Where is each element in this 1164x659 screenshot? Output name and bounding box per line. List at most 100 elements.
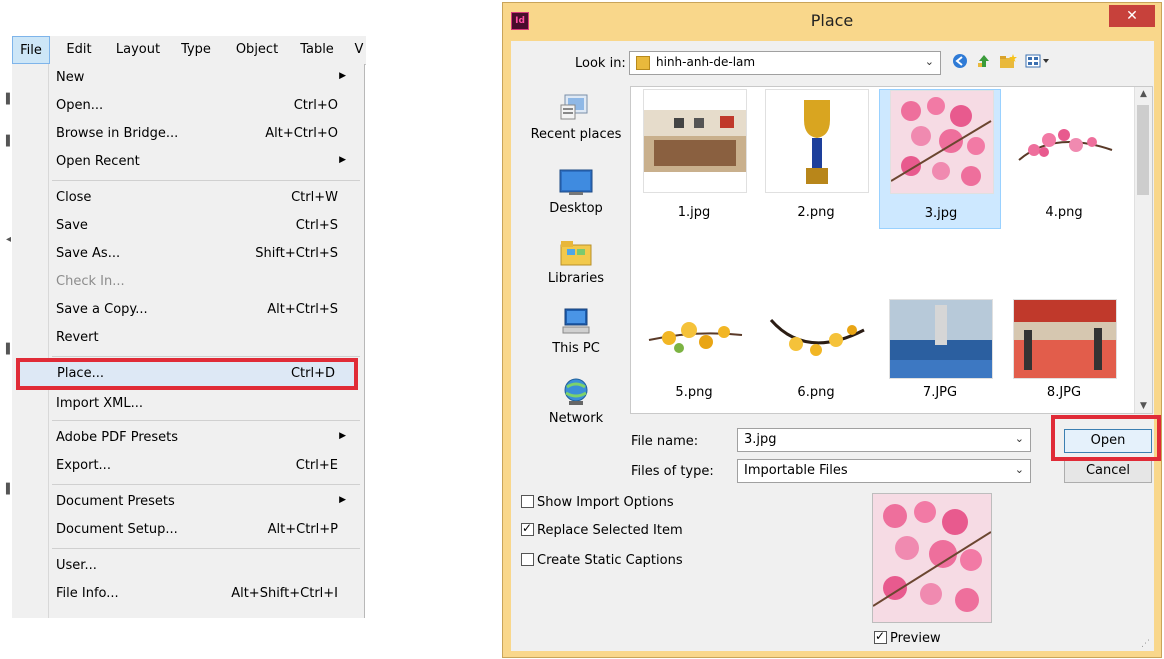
replace-selected-item-checkbox[interactable]: Replace Selected Item bbox=[521, 521, 683, 538]
file-list-scrollbar[interactable]: ▲ ▼ bbox=[1134, 87, 1152, 413]
dialog-title: Place bbox=[810, 11, 854, 30]
places-bar: Recent places Desktop Libraries This PC bbox=[523, 87, 629, 445]
highlight-box-place bbox=[16, 358, 358, 390]
cancel-button[interactable]: Cancel bbox=[1064, 459, 1152, 483]
submenu-arrow-icon: ▶ bbox=[339, 71, 346, 81]
thumbnail-trophy bbox=[765, 89, 869, 193]
look-in-value: hinh-anh-de-lam bbox=[656, 55, 756, 69]
menu-type[interactable]: Type bbox=[178, 36, 214, 64]
submenu-arrow-icon: ▶ bbox=[339, 155, 346, 165]
dialog-titlebar[interactable]: Id Place ✕ bbox=[503, 3, 1161, 39]
menu-separator bbox=[52, 420, 360, 421]
menu-item-save-as[interactable]: Save As... Shift+Ctrl+S bbox=[50, 242, 360, 268]
menu-separator bbox=[52, 180, 360, 181]
menu-item-export[interactable]: Export... Ctrl+E bbox=[50, 454, 360, 480]
preview-checkbox[interactable]: Preview bbox=[874, 629, 941, 646]
menu-item-document-setup[interactable]: Document Setup... Alt+Ctrl+P bbox=[50, 518, 360, 544]
thumbnail-cherry-blossom bbox=[890, 90, 994, 194]
menu-item-import-xml[interactable]: Import XML... bbox=[50, 392, 360, 418]
chevron-down-icon: ⌄ bbox=[924, 55, 934, 68]
menu-item-new[interactable]: New ▶ bbox=[50, 66, 360, 92]
chevron-down-icon[interactable]: ⌄ bbox=[1015, 432, 1024, 445]
menu-file[interactable]: File bbox=[12, 36, 50, 64]
look-in-label: Look in: bbox=[575, 56, 626, 71]
menu-bar: File Edit Layout Type Object Table V bbox=[12, 36, 366, 65]
file-name-label: File name: bbox=[631, 434, 699, 449]
menu-item-revert[interactable]: Revert bbox=[50, 326, 360, 352]
file-item-1-jpg[interactable]: 1.jpg bbox=[633, 89, 755, 229]
submenu-arrow-icon: ▶ bbox=[339, 431, 346, 441]
menu-item-save-a-copy[interactable]: Save a Copy... Alt+Ctrl+S bbox=[50, 298, 360, 324]
dialog-client-area: Look in: hinh-anh-de-lam ⌄ Recent places bbox=[511, 41, 1161, 651]
show-import-options-checkbox[interactable]: Show Import Options bbox=[521, 495, 674, 510]
close-button[interactable]: ✕ bbox=[1109, 5, 1155, 27]
thumbnail-group-photo-outdoor bbox=[889, 299, 993, 379]
menu-layout[interactable]: Layout bbox=[112, 36, 164, 64]
resize-grip-icon[interactable]: ⋰ bbox=[1141, 639, 1150, 649]
thumbnail-pink-branch bbox=[1013, 89, 1117, 193]
thumbnail-apricot-branch bbox=[765, 299, 869, 379]
menu-item-check-in: Check In... bbox=[56, 274, 125, 289]
thumbnail-office bbox=[643, 89, 747, 193]
menu-item-save[interactable]: Save Ctrl+S bbox=[50, 214, 360, 240]
libraries-icon bbox=[559, 237, 593, 267]
place-libraries[interactable]: Libraries bbox=[523, 237, 629, 286]
file-item-7-jpg[interactable]: 7.JPG bbox=[879, 299, 1001, 439]
menu-edit[interactable]: Edit bbox=[64, 36, 94, 64]
place-this-pc[interactable]: This PC bbox=[523, 307, 629, 356]
menu-icon-gutter: ▌ ▌ ◂ ▌ ▌ bbox=[6, 64, 49, 618]
scroll-up-icon[interactable]: ▲ bbox=[1135, 89, 1152, 99]
toolbar-fragment-icon: ▌ bbox=[6, 484, 14, 495]
folder-icon bbox=[636, 56, 650, 70]
toolbar-fragment-icon: ▌ bbox=[6, 136, 14, 147]
file-item-5-png[interactable]: 5.png bbox=[633, 299, 755, 439]
menu-item-document-presets[interactable]: Document Presets ▶ bbox=[50, 490, 360, 516]
place-desktop[interactable]: Desktop bbox=[523, 167, 629, 216]
files-of-type-dropdown[interactable]: Importable Files ⌄ bbox=[737, 459, 1031, 483]
create-static-captions-checkbox[interactable]: Create Static Captions bbox=[521, 553, 683, 568]
files-of-type-label: Files of type: bbox=[631, 464, 714, 479]
file-list: 1.jpg 2.png 3.jpg 4.png 5.png 6.png 7.JP… bbox=[630, 86, 1153, 414]
this-pc-icon bbox=[559, 307, 593, 337]
scrollbar-thumb[interactable] bbox=[1137, 105, 1149, 195]
menu-item-user[interactable]: User... bbox=[50, 554, 360, 580]
file-name-input[interactable]: 3.jpg ⌄ bbox=[737, 428, 1031, 452]
view-menu-icon[interactable] bbox=[1025, 53, 1051, 71]
menu-item-open[interactable]: Open... Ctrl+O bbox=[50, 94, 360, 120]
toolbar-fragment-icon: ▌ bbox=[6, 94, 14, 105]
file-item-3-jpg[interactable]: 3.jpg bbox=[879, 89, 1001, 229]
menu-item-file-info[interactable]: File Info... Alt+Shift+Ctrl+I bbox=[50, 582, 360, 608]
desktop-icon bbox=[559, 167, 593, 197]
menu-separator bbox=[52, 548, 360, 549]
menu-separator bbox=[52, 356, 360, 357]
network-icon bbox=[559, 377, 593, 407]
scroll-down-icon[interactable]: ▼ bbox=[1135, 401, 1152, 411]
menu-item-open-recent[interactable]: Open Recent ▶ bbox=[50, 150, 360, 176]
checkbox-unchecked-icon bbox=[521, 495, 534, 508]
chevron-down-icon: ⌄ bbox=[1014, 463, 1024, 476]
place-recent-places[interactable]: Recent places bbox=[523, 93, 629, 142]
back-icon[interactable] bbox=[951, 53, 969, 71]
menu-item-browse-in-bridge[interactable]: Browse in Bridge... Alt+Ctrl+O bbox=[50, 122, 360, 148]
new-folder-icon[interactable] bbox=[999, 53, 1017, 71]
file-item-2-png[interactable]: 2.png bbox=[755, 89, 877, 229]
menu-item-close[interactable]: Close Ctrl+W bbox=[50, 186, 360, 212]
file-menu-dropdown: ▌ ▌ ◂ ▌ ▌ New ▶ Open... Ctrl+O Browse in B… bbox=[6, 64, 365, 618]
file-item-6-png[interactable]: 6.png bbox=[755, 299, 877, 439]
up-folder-icon[interactable] bbox=[975, 53, 993, 71]
submenu-arrow-icon: ▶ bbox=[339, 495, 346, 505]
file-item-4-png[interactable]: 4.png bbox=[1003, 89, 1125, 229]
place-network[interactable]: Network bbox=[523, 377, 629, 426]
toolbar-fragment-icon: ▌ bbox=[6, 344, 14, 355]
menu-item-adobe-pdf-presets[interactable]: Adobe PDF Presets ▶ bbox=[50, 426, 360, 452]
menu-table[interactable]: Table bbox=[296, 36, 338, 64]
toolbar-fragment-icon: ◂ bbox=[6, 234, 12, 245]
checkbox-checked-icon bbox=[521, 521, 534, 536]
checkbox-unchecked-icon bbox=[521, 553, 534, 566]
highlight-box-open bbox=[1051, 415, 1161, 461]
menu-view[interactable]: V bbox=[352, 36, 366, 64]
menu-separator bbox=[52, 484, 360, 485]
menu-object[interactable]: Object bbox=[232, 36, 282, 64]
look-in-dropdown[interactable]: hinh-anh-de-lam ⌄ bbox=[629, 51, 941, 75]
preview-image bbox=[872, 493, 992, 623]
